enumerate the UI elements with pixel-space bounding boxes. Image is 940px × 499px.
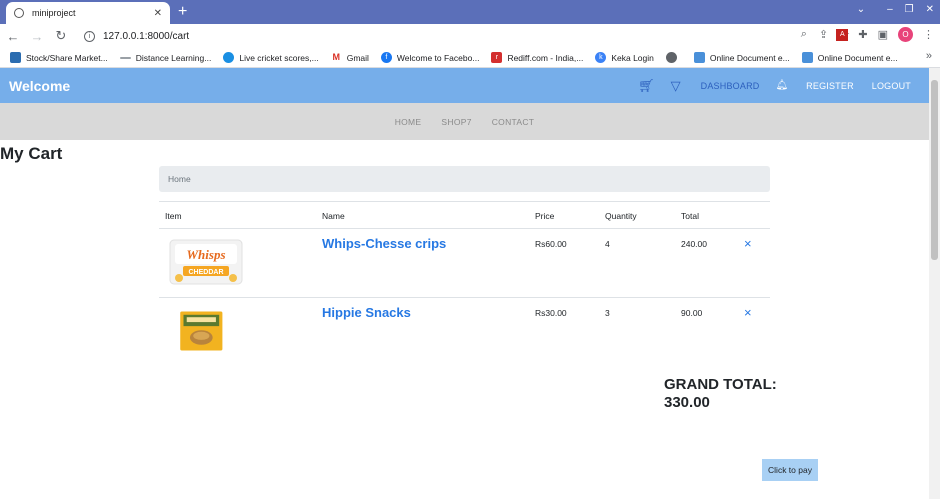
bookmark-rediff[interactable]: r Rediff.com - India,... (491, 52, 583, 63)
product-image-hippie (180, 311, 223, 351)
page-viewport: Welcome 🛒︎ ▽ DASHBOARD 🔔︎ REGISTER LOGOU… (0, 68, 929, 499)
page-icon (119, 56, 131, 59)
nav-register[interactable]: REGISTER (806, 81, 854, 91)
bookmark-gmail[interactable]: M Gmail (330, 52, 369, 63)
product-name-link[interactable]: Whips-Chesse crips (322, 236, 446, 251)
browser-tabbar: miniproject ✕ + ⌄ – ❐ ✕ (0, 0, 940, 24)
bookmark-keka[interactable]: k Keka Login (595, 52, 654, 63)
product-quantity: 3 (605, 308, 610, 318)
extensions-area: A ✚ ▣ O ⋮ (836, 27, 934, 42)
bookmark-online-doc-1[interactable]: Online Document e... (693, 52, 790, 63)
svg-text:Whisps: Whisps (186, 247, 225, 262)
product-total: 240.00 (681, 239, 707, 249)
new-tab-button[interactable]: + (178, 2, 187, 22)
bookmark-distance-learning[interactable]: Distance Learning... (119, 53, 211, 63)
grand-total: GRAND TOTAL: 330.00 (664, 376, 784, 412)
page-title: My Cart (0, 144, 63, 163)
sub-navbar: HOME SHOP7 CONTACT (0, 103, 929, 140)
subnav-home[interactable]: HOME (395, 117, 422, 127)
scrollbar-thumb[interactable] (931, 80, 938, 260)
maximize-icon[interactable]: ❐ (905, 2, 914, 18)
window-controls: ⌄ – ❐ ✕ (857, 2, 934, 18)
rediff-icon: r (491, 52, 503, 63)
breadcrumb: Home (159, 166, 770, 192)
globe-icon (665, 52, 677, 63)
page-scrollbar[interactable] (929, 68, 940, 499)
header-item: Item (165, 211, 182, 221)
stock-icon (10, 52, 21, 63)
back-icon[interactable]: ← (2, 29, 24, 44)
cricket-icon (223, 52, 235, 63)
bell-icon[interactable]: 🔔︎ (775, 80, 788, 91)
side-panel-icon[interactable]: ▣ (878, 28, 888, 41)
app-navbar: Welcome 🛒︎ ▽ DASHBOARD 🔔︎ REGISTER LOGOU… (0, 68, 929, 103)
product-price: Rs60.00 (535, 239, 567, 249)
nav-logout[interactable]: LOGOUT (872, 81, 911, 91)
bookmark-facebook[interactable]: f Welcome to Facebo... (380, 52, 479, 63)
keka-icon: k (595, 52, 607, 63)
bookmark-cricket[interactable]: Live cricket scores,... (223, 52, 319, 63)
info-icon[interactable]: i (84, 30, 95, 42)
nav-dashboard[interactable]: DASHBOARD (701, 81, 760, 91)
facebook-icon: f (380, 52, 392, 63)
header-name: Name (322, 211, 345, 221)
header-total: Total (681, 211, 699, 221)
reload-icon[interactable]: ↻ (50, 28, 72, 44)
table-row: Whisps CHEDDAR Whips-Chesse crips Rs60.0… (159, 229, 770, 298)
close-tab-icon[interactable]: ✕ (154, 8, 162, 19)
brand-title[interactable]: Welcome (9, 78, 70, 94)
bookmark-globe[interactable] (665, 52, 682, 63)
bookmarks-bar: Stock/Share Market... Distance Learning.… (0, 48, 940, 68)
minimize-icon[interactable]: – (887, 2, 893, 18)
tab-search-icon[interactable]: ⌄ (857, 2, 865, 18)
grand-total-label: GRAND TOTAL: (664, 376, 777, 393)
product-quantity: 4 (605, 239, 610, 249)
grand-total-value: 330.00 (664, 394, 710, 411)
product-image-whisps: Whisps CHEDDAR (169, 239, 243, 285)
pdf-extension-icon[interactable]: A (836, 28, 849, 41)
product-total: 90.00 (681, 308, 703, 318)
extensions-puzzle-icon[interactable]: ✚ (858, 28, 867, 41)
remove-item-icon[interactable]: × (744, 236, 752, 251)
header-price: Price (535, 211, 555, 221)
menu-kebab-icon[interactable]: ⋮ (923, 28, 934, 41)
zoom-icon[interactable]: ⌕ (801, 28, 807, 41)
cart-table: Item Name Price Quantity Total Whisps CH… (159, 201, 770, 367)
subnav-shop[interactable]: SHOP7 (441, 117, 471, 127)
browser-toolbar: ← → ↻ i 127.0.0.1:8000/cart ⌕ ⇪ ☆ A ✚ ▣ … (0, 24, 940, 48)
pay-button[interactable]: Click to pay (762, 459, 818, 481)
bookmark-stock[interactable]: Stock/Share Market... (10, 52, 108, 63)
document-icon (693, 52, 705, 63)
browser-tab[interactable]: miniproject ✕ (6, 2, 170, 24)
svg-text:CHEDDAR: CHEDDAR (189, 269, 224, 276)
close-window-icon[interactable]: ✕ (926, 2, 934, 18)
document-icon (801, 52, 813, 63)
tab-title: miniproject (32, 8, 76, 18)
header-quantity: Quantity (605, 211, 637, 221)
globe-icon (14, 8, 24, 18)
navbar-right: 🛒︎ ▽ DASHBOARD 🔔︎ REGISTER LOGOUT (638, 68, 911, 103)
product-name-link[interactable]: Hippie Snacks (322, 305, 411, 320)
filter-icon[interactable]: ▽ (671, 78, 681, 94)
address-bar[interactable]: i 127.0.0.1:8000/cart (76, 26, 822, 46)
product-price: Rs30.00 (535, 308, 567, 318)
bookmarks-overflow-icon[interactable]: » (926, 50, 932, 62)
url-text[interactable]: 127.0.0.1:8000/cart (103, 31, 189, 42)
share-icon[interactable]: ⇪ (819, 28, 828, 41)
profile-avatar[interactable]: O (898, 27, 913, 42)
forward-icon[interactable]: → (26, 29, 48, 44)
table-row: Hippie Snacks Rs30.00 3 90.00 × (159, 298, 770, 367)
remove-item-icon[interactable]: × (744, 305, 752, 320)
cart-icon[interactable]: 🛒︎ (638, 78, 655, 94)
breadcrumb-home[interactable]: Home (168, 174, 191, 184)
bookmark-online-doc-2[interactable]: Online Document e... (801, 52, 898, 63)
gmail-icon: M (330, 52, 342, 63)
table-header: Item Name Price Quantity Total (159, 201, 770, 229)
subnav-contact[interactable]: CONTACT (492, 117, 535, 127)
